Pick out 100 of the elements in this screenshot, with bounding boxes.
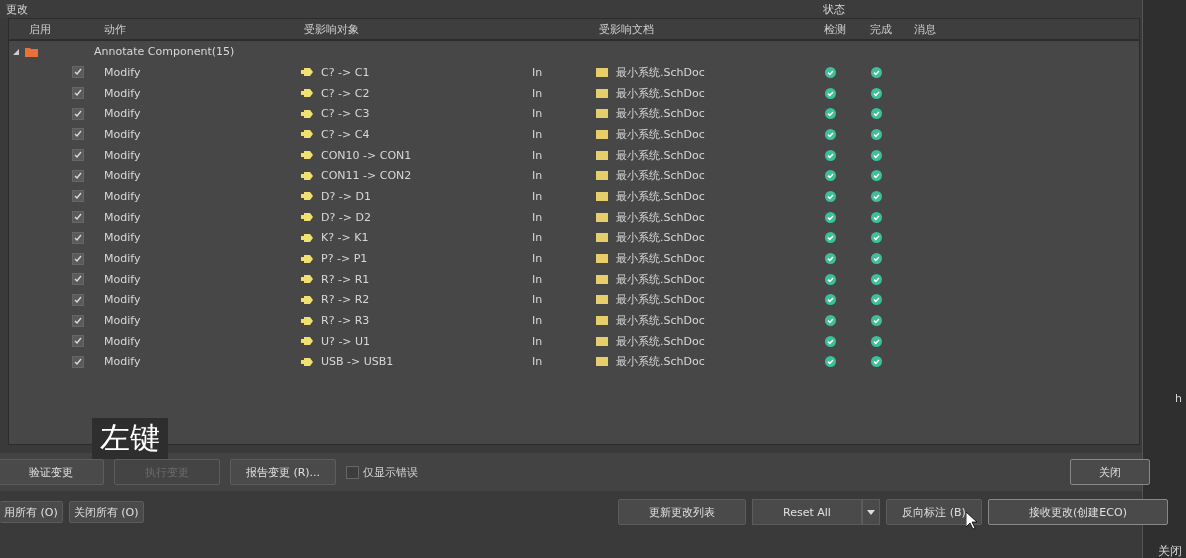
checkbox[interactable]	[72, 169, 84, 182]
checkbox[interactable]	[72, 66, 84, 79]
component-icon	[301, 275, 313, 284]
accept-button[interactable]: 接收更改(创建ECO)	[988, 499, 1168, 525]
table-cell: C? -> C1	[321, 65, 370, 79]
component-icon	[301, 295, 313, 304]
table-cell-text: Modify	[103, 189, 142, 203]
toggle-button[interactable]: 关闭所有 (O)	[68, 501, 144, 523]
table-cell-text: In	[531, 107, 544, 121]
table-cell: 最小系统.SchDoc	[616, 354, 705, 370]
table-cell: 最小系统.SchDoc	[616, 188, 705, 204]
table-cell: 最小系统.SchDoc	[616, 106, 705, 122]
dropdown-button[interactable]	[862, 499, 880, 525]
column-header[interactable]: 消息	[911, 21, 1139, 37]
checkbox[interactable]	[72, 107, 84, 120]
table-cell-text: In	[531, 169, 544, 183]
checkbox[interactable]	[72, 190, 84, 203]
update-button[interactable]: 更新更改列表	[618, 499, 746, 525]
table-cell: C? -> C3	[321, 107, 370, 121]
component-icon	[301, 171, 313, 180]
table-cell: C? -> C4	[321, 127, 370, 141]
column-header[interactable]: 受影响文档	[596, 21, 821, 37]
expand-arrow-icon[interactable]	[13, 48, 19, 55]
table-cell-text: Modify	[103, 127, 142, 141]
column-header[interactable]: 检测	[821, 21, 867, 37]
checkbox[interactable]	[346, 465, 359, 479]
checkbox[interactable]	[72, 128, 84, 141]
table-cell-text: Modify	[103, 252, 142, 266]
table-cell: 最小系统.SchDoc	[616, 209, 705, 225]
component-icon	[301, 213, 313, 222]
table-cell: P? -> P1	[321, 252, 368, 266]
table-cell-text: In	[531, 314, 544, 328]
table-cell-text: In	[531, 189, 544, 203]
document-icon	[596, 191, 608, 201]
back-annotate-button[interactable]: 反向标注 (B)	[886, 499, 982, 525]
table-cell-text: In	[531, 355, 544, 369]
group-heading: 状态	[823, 1, 845, 17]
table-cell: 最小系统.SchDoc	[616, 271, 705, 287]
document-icon	[596, 357, 608, 367]
component-icon	[301, 130, 313, 139]
checkbox[interactable]	[72, 149, 84, 162]
table-cell: K? -> K1	[321, 231, 369, 245]
table-cell-text: In	[531, 86, 544, 100]
document-icon	[596, 274, 608, 284]
table-cell: R? -> R3	[321, 314, 370, 328]
action-button[interactable]: 报告变更 (R)...	[230, 459, 336, 485]
document-icon	[596, 67, 608, 77]
table-cell-text: Modify	[103, 169, 142, 183]
column-header[interactable]: 启用	[9, 21, 101, 37]
checkbox[interactable]	[72, 293, 84, 306]
checkbox[interactable]	[72, 211, 84, 224]
document-icon	[596, 88, 608, 98]
table-cell: 最小系统.SchDoc	[616, 126, 705, 142]
component-icon	[301, 192, 313, 201]
table-cell: 最小系统.SchDoc	[616, 251, 705, 267]
component-icon	[301, 357, 313, 366]
table-cell: 最小系统.SchDoc	[616, 147, 705, 163]
document-icon	[596, 171, 608, 181]
toggle-button[interactable]: 用所有 (O)	[0, 501, 63, 523]
table-cell: 最小系统.SchDoc	[616, 168, 705, 184]
checkbox[interactable]	[72, 314, 84, 327]
column-header[interactable]: 受影响对象	[301, 21, 526, 37]
reset-button[interactable]: Reset All	[752, 499, 862, 525]
component-icon	[301, 89, 313, 98]
window-button-label: 关闭	[1158, 543, 1182, 558]
table-cell: 最小系统.SchDoc	[616, 230, 705, 246]
table-cell: 最小系统.SchDoc	[616, 292, 705, 308]
side-label: h	[1175, 392, 1182, 405]
checkbox[interactable]	[72, 335, 84, 348]
table-cell-text: Modify	[103, 86, 142, 100]
component-icon	[301, 254, 313, 263]
action-button[interactable]: 验证变更	[0, 459, 104, 485]
checkbox[interactable]	[72, 252, 84, 265]
table-cell-text: Modify	[103, 148, 142, 162]
column-header[interactable]: 完成	[867, 21, 911, 37]
document-icon	[596, 150, 608, 160]
column-header[interactable]: 动作	[101, 21, 301, 37]
table-cell-text: In	[531, 293, 544, 307]
checkbox[interactable]	[72, 355, 84, 368]
table-cell: D? -> D2	[321, 210, 371, 224]
table-cell: U? -> U1	[321, 334, 371, 348]
table-cell: 最小系统.SchDoc	[616, 333, 705, 349]
table-cell-text: Modify	[103, 65, 142, 79]
checkbox[interactable]	[72, 273, 84, 286]
checkbox-label: 仅显示错误	[363, 464, 418, 480]
table-cell: 最小系统.SchDoc	[616, 64, 705, 80]
table-cell: USB -> USB1	[321, 355, 394, 369]
table-cell-text: Modify	[103, 293, 142, 307]
checkbox[interactable]	[72, 87, 84, 100]
component-icon	[301, 316, 313, 325]
table-cell: R? -> R2	[321, 293, 370, 307]
checkbox[interactable]	[72, 231, 84, 244]
document-icon	[596, 316, 608, 326]
table-cell: 最小系统.SchDoc	[616, 85, 705, 101]
table-cell-text: Modify	[103, 355, 142, 369]
table-cell-text: Modify	[103, 272, 142, 286]
table-cell-text: In	[531, 231, 544, 245]
table-cell-text: In	[531, 210, 544, 224]
close-button[interactable]: 关闭	[1070, 459, 1150, 485]
table-cell-text: In	[531, 252, 544, 266]
